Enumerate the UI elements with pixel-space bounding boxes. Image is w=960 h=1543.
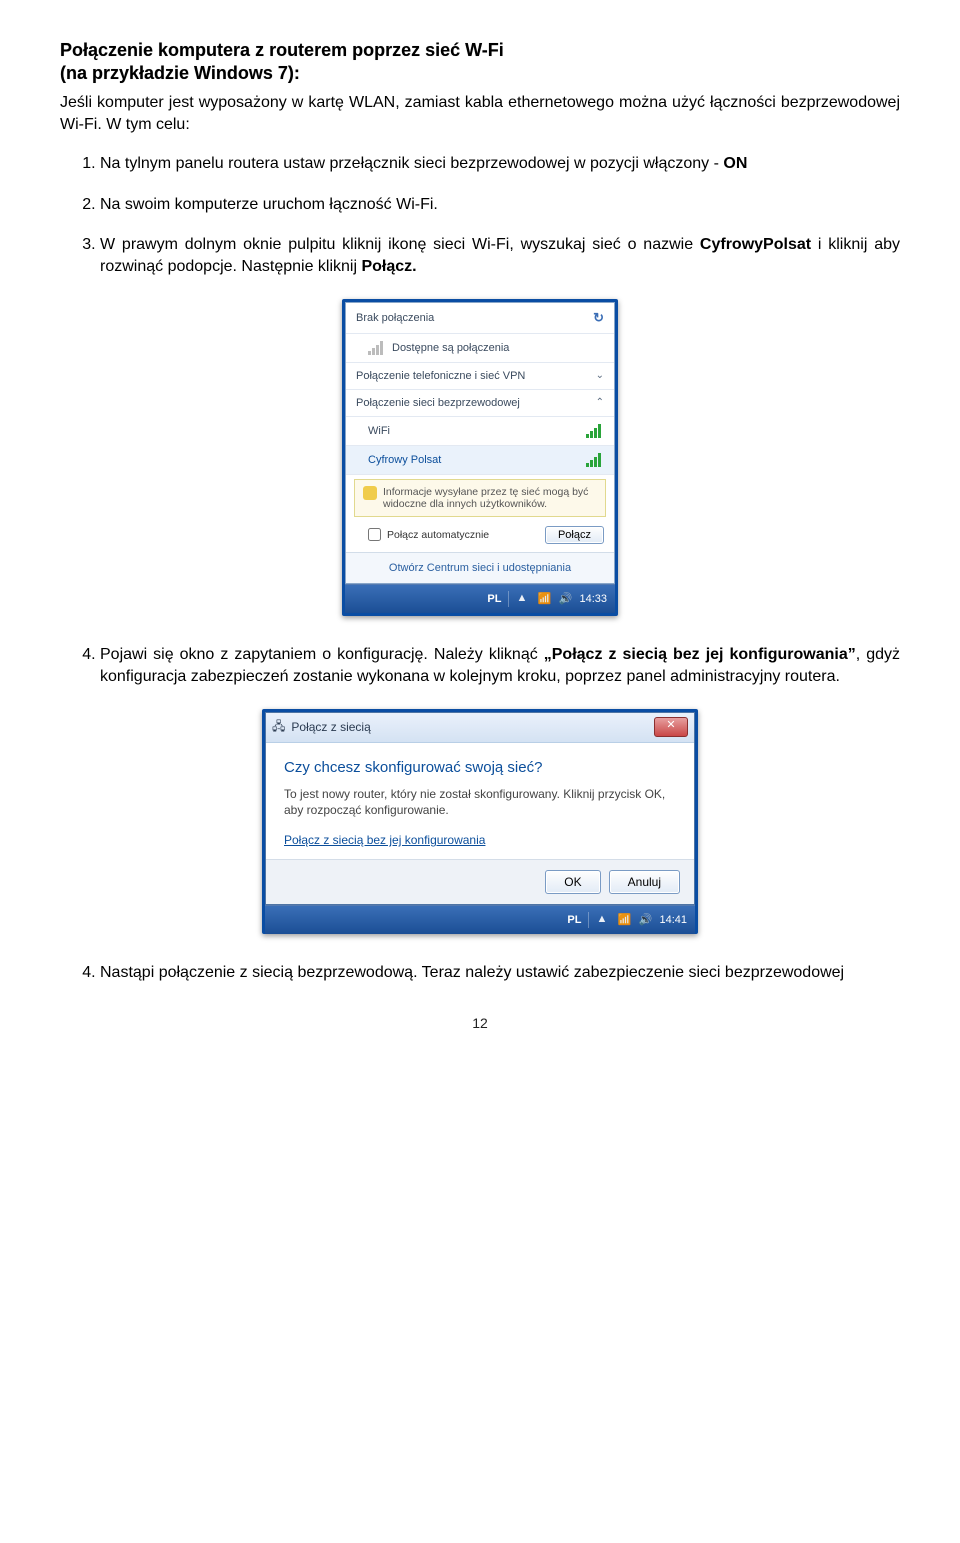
step-1-text: Na tylnym panelu routera ustaw przełączn…: [100, 155, 723, 172]
wifi-label: WiFi: [368, 425, 580, 437]
taskbar: PL ▲ 📶 🔊 14:41: [265, 905, 695, 934]
wifi-flyout: Brak połączenia ↻ Dostępne są połączenia…: [342, 299, 618, 616]
flag-icon[interactable]: ▲: [516, 592, 530, 606]
wifi-network-row[interactable]: WiFi: [346, 417, 614, 446]
step-3-connect: Połącz.: [361, 258, 416, 275]
language-indicator[interactable]: PL: [567, 914, 581, 926]
network-icon[interactable]: 📶: [537, 592, 551, 606]
taskbar-time[interactable]: 14:41: [659, 914, 687, 926]
steps-list-cont: Pojawi się okno z zapytaniem o konfigura…: [60, 644, 900, 689]
close-button[interactable]: ✕: [654, 717, 688, 737]
steps-list: Na tylnym panelu routera ustaw przełączn…: [60, 153, 900, 279]
steps-list-end: Nastąpi połączenie z siecią bezprzewodow…: [60, 962, 900, 984]
dialog-question: Czy chcesz skonfigurować swoją sieć?: [284, 759, 676, 776]
flag-icon[interactable]: ▲: [596, 913, 610, 927]
dialog-title: Połącz z siecią: [291, 720, 370, 734]
signal-icon: [586, 453, 604, 467]
signal-icon: [586, 424, 604, 438]
auto-connect-label: Połącz automatycznie: [387, 529, 489, 541]
cyfrowy-polsat-row[interactable]: Cyfrowy Polsat: [346, 446, 614, 475]
chevron-down-icon[interactable]: ⌄: [596, 370, 604, 381]
connect-button[interactable]: Połącz: [545, 526, 604, 544]
language-indicator[interactable]: PL: [487, 593, 501, 605]
volume-icon[interactable]: 🔊: [558, 592, 572, 606]
network-icon[interactable]: 📶: [617, 913, 631, 927]
section-subheading: (na przykładzie Windows 7):: [60, 63, 900, 84]
intro-paragraph: Jeśli komputer jest wyposażony w kartę W…: [60, 92, 900, 135]
signal-icon: [368, 341, 386, 355]
available-label: Dostępne są połączenia: [392, 342, 604, 354]
no-connection-row: Brak połączenia ↻: [346, 303, 614, 334]
wireless-section-label: Połączenie sieci bezprzewodowej: [356, 397, 590, 409]
config-dialog: 🖧 Połącz z siecią ✕ Czy chcesz skonfigur…: [265, 712, 695, 906]
warning-text: Informacje wysyłane przez tę sieć mogą b…: [383, 486, 597, 510]
dialog-message: To jest nowy router, który nie został sk…: [284, 786, 676, 820]
step-5: Nastąpi połączenie z siecią bezprzewodow…: [100, 962, 900, 984]
open-network-center-link[interactable]: Otwórz Centrum sieci i udostępniania: [346, 552, 614, 583]
auto-connect-checkbox[interactable]: [368, 528, 381, 541]
connect-row: Połącz automatycznie Połącz: [346, 521, 614, 552]
network-icon: 🖧: [272, 717, 285, 738]
volume-icon[interactable]: 🔊: [638, 913, 652, 927]
step-1-on: ON: [723, 155, 747, 172]
page-number: 12: [60, 1015, 900, 1031]
taskbar-time[interactable]: 14:33: [579, 593, 607, 605]
available-row: Dostępne są połączenia: [346, 334, 614, 363]
dialog-buttons: OK Anuluj: [266, 859, 694, 904]
chevron-up-icon[interactable]: ⌃: [596, 397, 604, 408]
step-4: Pojawi się okno z zapytaniem o konfigura…: [100, 644, 900, 689]
warning-box: Informacje wysyłane przez tę sieć mogą b…: [354, 479, 606, 517]
no-connection-label: Brak połączenia: [356, 312, 587, 324]
section-heading: Połączenie komputera z routerem poprzez …: [60, 40, 900, 61]
connect-without-config-link[interactable]: Połącz z siecią bez jej konfigurowania: [284, 833, 485, 847]
refresh-icon[interactable]: ↻: [593, 310, 604, 326]
step-3-network: CyfrowyPolsat: [700, 236, 811, 253]
dial-vpn-section: Połączenie telefoniczne i sieć VPN ⌄: [346, 363, 614, 390]
step-4-bold: „Połącz z siecią bez jej konfigurowania”: [544, 646, 856, 663]
step-3-text-a: W prawym dolnym oknie pulpitu kliknij ik…: [100, 236, 700, 253]
config-dialog-wrap: 🖧 Połącz z siecią ✕ Czy chcesz skonfigur…: [262, 709, 698, 935]
step-4-text-a: Pojawi się okno z zapytaniem o konfigura…: [100, 646, 544, 663]
dial-vpn-label: Połączenie telefoniczne i sieć VPN: [356, 370, 590, 382]
cyfrowy-polsat-label: Cyfrowy Polsat: [368, 454, 580, 466]
cancel-button[interactable]: Anuluj: [609, 870, 680, 894]
ok-button[interactable]: OK: [545, 870, 600, 894]
taskbar: PL ▲ 📶 🔊 14:33: [345, 584, 615, 613]
dialog-titlebar: 🖧 Połącz z siecią ✕: [266, 713, 694, 743]
wireless-section: Połączenie sieci bezprzewodowej ⌃: [346, 390, 614, 417]
shield-icon: [363, 486, 377, 500]
step-1: Na tylnym panelu routera ustaw przełączn…: [100, 153, 900, 175]
step-2: Na swoim komputerze uruchom łączność Wi-…: [100, 194, 900, 216]
step-3: W prawym dolnym oknie pulpitu kliknij ik…: [100, 234, 900, 279]
